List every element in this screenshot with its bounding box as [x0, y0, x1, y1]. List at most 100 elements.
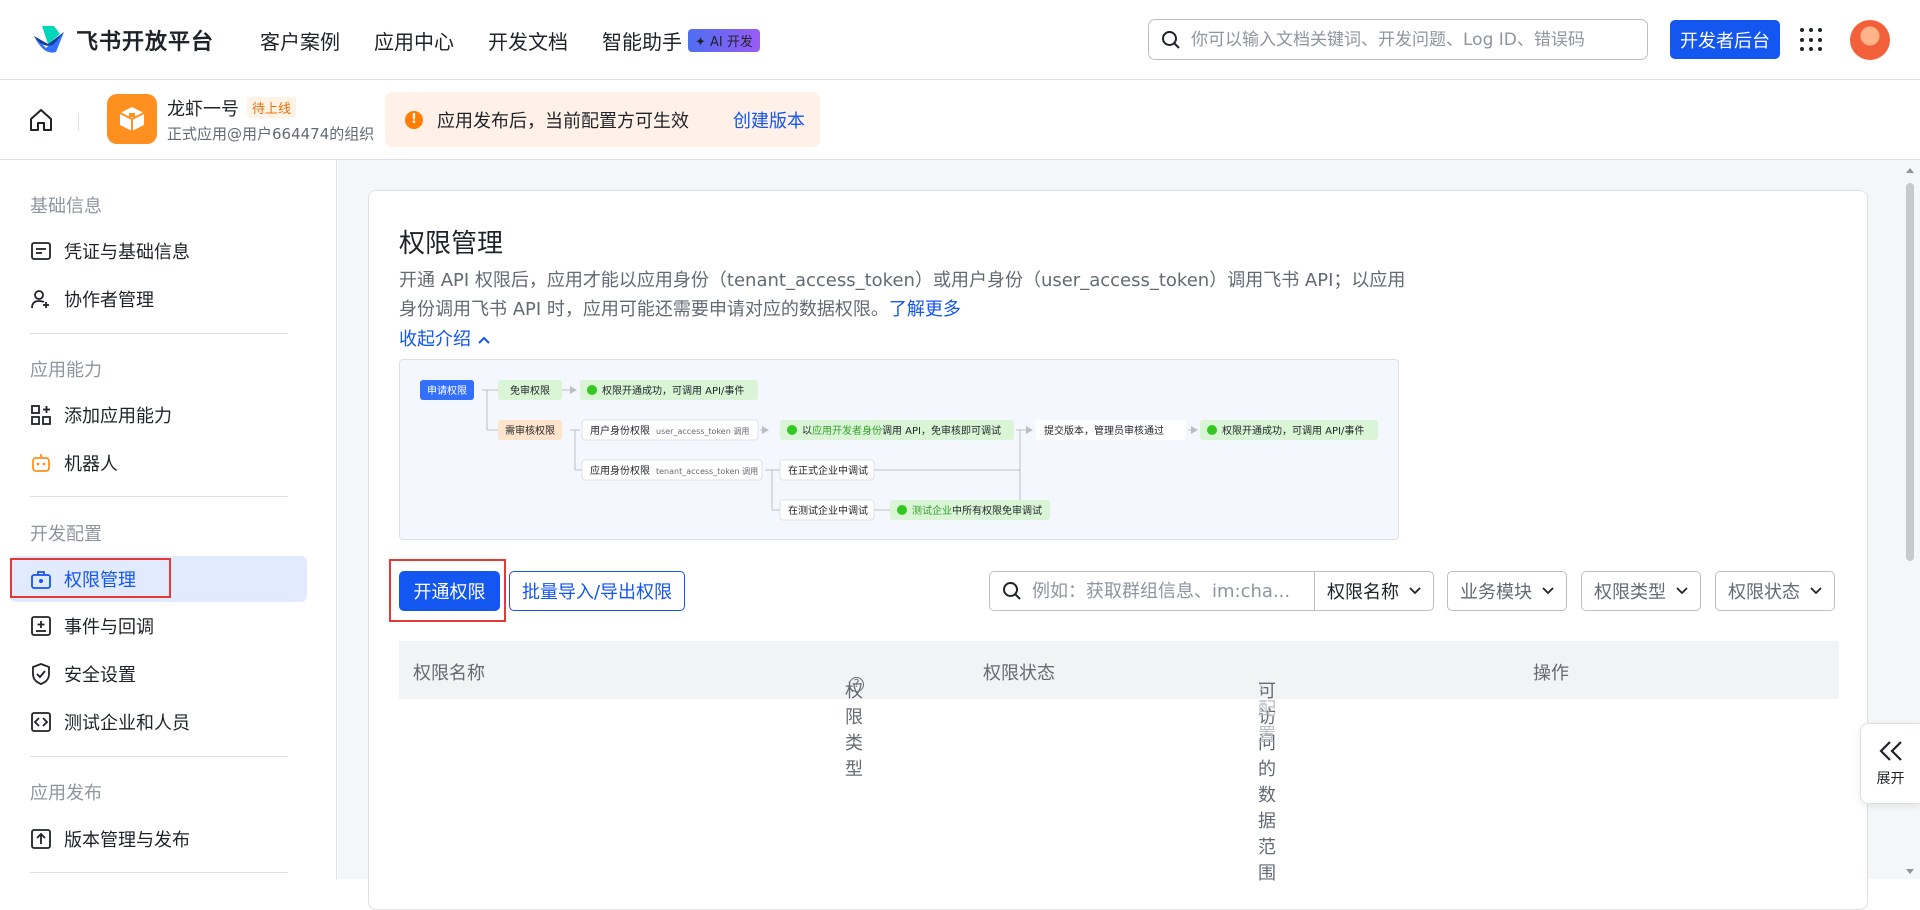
- chevron-down-icon: [1810, 587, 1822, 595]
- sidebar-item-security[interactable]: 安全设置: [10, 651, 307, 697]
- flow-test-debug: 在测试企业中调试: [788, 504, 868, 517]
- flow-tenant-token: tenant_access_token 调用: [656, 467, 758, 476]
- flow-start: 申请权限: [427, 384, 467, 397]
- permissions-table-header: 权限名称 权限类型? 权限状态 可访问的数据范围 配置 › 操作: [399, 641, 1839, 884]
- warning-icon: !: [405, 110, 423, 129]
- code-box-icon: [30, 711, 52, 733]
- sidebar-item-label: 协作者管理: [64, 290, 154, 311]
- sidebar-divider: [30, 872, 288, 873]
- sidebar-item-bot[interactable]: 机器人: [10, 440, 307, 486]
- highlight-box: [10, 558, 171, 598]
- filter-permission-type[interactable]: 权限类型: [1581, 571, 1701, 611]
- logo[interactable]: 飞书开放平台: [32, 24, 214, 56]
- sidebar-item-label: 版本管理与发布: [64, 830, 190, 851]
- sidebar-item-label: 安全设置: [64, 665, 136, 686]
- search-icon: [1003, 582, 1021, 600]
- apps-grid-icon[interactable]: [1800, 28, 1824, 52]
- flow-final-result: 权限开通成功，可调用 API/事件: [1222, 424, 1364, 437]
- filter-permission-name[interactable]: 权限名称: [1314, 571, 1434, 611]
- batch-import-export-button[interactable]: 批量导入/导出权限: [509, 571, 685, 611]
- nav-link-docs[interactable]: 开发文档: [488, 26, 568, 55]
- double-chevron-left-icon: [1878, 740, 1902, 761]
- sidebar-section-basic: 基础信息: [30, 196, 102, 217]
- apps-add-icon: [30, 404, 52, 426]
- sidebar-item-label: 事件与回调: [64, 617, 154, 638]
- feishu-logo-icon: [34, 26, 64, 53]
- search-icon: [1162, 30, 1180, 49]
- status-badge: 待上线: [247, 97, 297, 118]
- doc-search-input[interactable]: [1191, 29, 1631, 50]
- sidebar-item-versions[interactable]: 版本管理与发布: [10, 816, 307, 862]
- flow-svg: 申请权限 免审权限 权限开通成功，可调用 API/事件 需审核权限 用户身份权限…: [420, 380, 1378, 521]
- page-title: 权限管理: [399, 229, 504, 259]
- event-plus-icon: [30, 615, 52, 637]
- create-version-link[interactable]: 创建版本: [733, 107, 805, 133]
- box-icon: [119, 107, 145, 131]
- ai-badge: ✦ AI 开发: [688, 29, 760, 52]
- divider: [78, 113, 79, 131]
- sidebar-item-permissions[interactable]: 权限管理: [10, 556, 307, 602]
- nav-link-app-center[interactable]: 应用中心: [374, 26, 454, 55]
- main-content: 权限管理 开通 API 权限后，应用才能以应用身份（tenant_access_…: [338, 160, 1920, 910]
- permission-search[interactable]: [989, 571, 1315, 611]
- collapse-intro-link[interactable]: 收起介绍: [399, 325, 491, 351]
- flow-submit: 提交版本，管理员审核通过: [1044, 424, 1164, 437]
- top-nav: 飞书开放平台 客户案例 应用中心 开发文档 智能助手 ✦ AI 开发 开发者后台: [0, 0, 1920, 80]
- chevron-up-icon: [478, 336, 490, 344]
- flow-exempt-result: 权限开通成功，可调用 API/事件: [602, 384, 744, 397]
- filter-label: 业务模块: [1460, 582, 1532, 603]
- sidebar-item-credentials[interactable]: 凭证与基础信息: [10, 228, 307, 274]
- sidebar-divider: [30, 496, 288, 497]
- permission-flow-diagram: 申请权限 免审权限 权限开通成功，可调用 API/事件 需审核权限 用户身份权限…: [399, 359, 1399, 540]
- open-permission-button[interactable]: 开通权限: [399, 571, 500, 611]
- nav-link-assistant-label: 智能助手: [602, 30, 682, 54]
- permissions-card: 权限管理 开通 API 权限后，应用才能以应用身份（tenant_access_…: [368, 190, 1868, 910]
- flow-prod-debug: 在正式企业中调试: [788, 464, 868, 477]
- sidebar-item-test-enterprise[interactable]: 测试企业和人员: [10, 699, 307, 745]
- app-name-text: 龙虾一号: [167, 99, 239, 120]
- sidebar-item-label: 凭证与基础信息: [64, 242, 190, 263]
- dev-console-button[interactable]: 开发者后台: [1670, 20, 1780, 59]
- avatar[interactable]: [1850, 20, 1890, 60]
- chevron-down-icon: [1542, 587, 1554, 595]
- nav-link-cases[interactable]: 客户案例: [260, 26, 340, 55]
- sidebar-section-dev-config: 开发配置: [30, 524, 102, 545]
- scroll-thumb[interactable]: [1906, 183, 1914, 561]
- scroll-up-icon[interactable]: [1904, 165, 1916, 175]
- scroll-down-icon[interactable]: [1904, 867, 1916, 877]
- sidebar-item-add-capability[interactable]: 添加应用能力: [10, 392, 307, 438]
- permission-search-input[interactable]: [1032, 580, 1312, 602]
- collapse-label: 收起介绍: [399, 329, 471, 350]
- sidebar-item-label: 机器人: [64, 454, 118, 475]
- chevron-down-icon: [1676, 587, 1688, 595]
- logo-text: 飞书开放平台: [76, 30, 215, 55]
- filter-label: 权限状态: [1728, 582, 1800, 603]
- sidebar-item-label: 添加应用能力: [64, 406, 172, 427]
- learn-more-link[interactable]: 了解更多: [889, 299, 961, 320]
- sidebar-item-collaborators[interactable]: 协作者管理: [10, 276, 307, 322]
- nav-links: 客户案例 应用中心 开发文档 智能助手 ✦ AI 开发: [260, 26, 760, 55]
- expand-panel-button[interactable]: 展开: [1860, 723, 1920, 804]
- filter-business-module[interactable]: 业务模块: [1447, 571, 1567, 611]
- app-name: 龙虾一号 待上线: [167, 95, 297, 121]
- publish-notice: ! 应用发布后，当前配置方可生效 创建版本: [385, 92, 820, 147]
- home-icon[interactable]: [28, 107, 54, 133]
- flow-user-identity: 用户身份权限: [590, 424, 650, 437]
- user-add-icon: [30, 288, 52, 310]
- doc-search[interactable]: [1148, 19, 1648, 60]
- help-icon[interactable]: ?: [849, 677, 864, 692]
- page-description: 开通 API 权限后，应用才能以应用身份（tenant_access_token…: [399, 266, 1409, 324]
- sidebar-item-label: 测试企业和人员: [64, 713, 190, 734]
- sidebar: 基础信息 凭证与基础信息 协作者管理 应用能力 添加应用能力 机器人 开发配置 …: [0, 160, 337, 879]
- shield-check-icon: [30, 663, 52, 685]
- filter-permission-status[interactable]: 权限状态: [1715, 571, 1835, 611]
- chevron-down-icon: [1409, 587, 1421, 595]
- col-actions: 操作: [1533, 663, 1569, 684]
- sidebar-item-events[interactable]: 事件与回调: [10, 603, 307, 649]
- config-link[interactable]: 配置 ›: [1258, 677, 1276, 746]
- nav-link-assistant[interactable]: 智能助手 ✦ AI 开发: [602, 26, 760, 55]
- flow-review: 需审核权限: [505, 424, 555, 437]
- col-label: 权限类型: [845, 681, 863, 780]
- sidebar-section-capabilities: 应用能力: [30, 360, 102, 381]
- flow-user-token: user_access_token 调用: [656, 427, 749, 436]
